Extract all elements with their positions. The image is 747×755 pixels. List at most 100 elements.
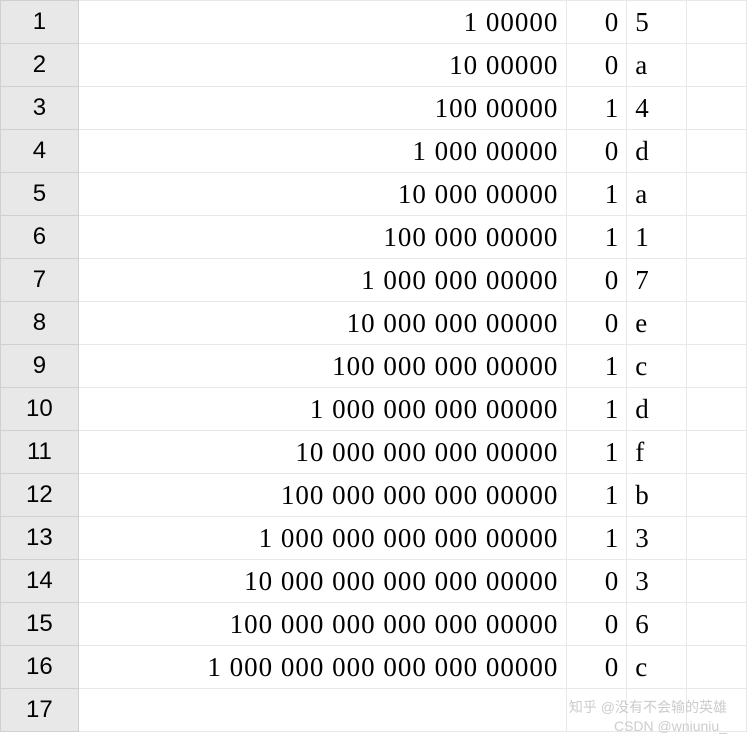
cell-value[interactable]: 10 000 000 000 000 00000 xyxy=(78,560,567,603)
cell-value[interactable]: 6 xyxy=(627,603,687,646)
cell-value[interactable]: 1 00000 xyxy=(78,1,567,44)
table-row: 131 000 000 000 000 0000013 xyxy=(1,517,747,560)
cell-empty[interactable] xyxy=(687,603,747,646)
cell-empty[interactable] xyxy=(687,388,747,431)
row-header[interactable]: 15 xyxy=(1,603,79,646)
row-header[interactable]: 1 xyxy=(1,1,79,44)
cell-value[interactable]: d xyxy=(627,388,687,431)
cell-value[interactable]: c xyxy=(627,345,687,388)
cell-empty[interactable] xyxy=(687,259,747,302)
cell-value[interactable]: 3 xyxy=(627,517,687,560)
cell-empty[interactable] xyxy=(687,216,747,259)
cell-value[interactable]: e xyxy=(627,302,687,345)
cell-value[interactable]: 1 000 000 000 000 00000 xyxy=(78,517,567,560)
cell-value[interactable] xyxy=(78,689,567,732)
cell-empty[interactable] xyxy=(687,44,747,87)
row-header[interactable]: 16 xyxy=(1,646,79,689)
cell-value[interactable]: b xyxy=(627,474,687,517)
cell-empty[interactable] xyxy=(687,87,747,130)
cell-value[interactable]: 0 xyxy=(567,44,627,87)
cell-value[interactable]: 1 xyxy=(627,216,687,259)
cell-empty[interactable] xyxy=(687,173,747,216)
cell-value[interactable]: 0 xyxy=(567,646,627,689)
cell-value[interactable]: 4 xyxy=(627,87,687,130)
cell-empty[interactable] xyxy=(687,560,747,603)
table-row: 810 000 000 000000e xyxy=(1,302,747,345)
cell-value[interactable]: 1 000 00000 xyxy=(78,130,567,173)
table-row: 210 000000a xyxy=(1,44,747,87)
cell-value[interactable]: 10 000 00000 xyxy=(78,173,567,216)
cell-value[interactable]: c xyxy=(627,646,687,689)
cell-value[interactable]: 3 xyxy=(627,560,687,603)
table-row: 510 000 000001a xyxy=(1,173,747,216)
cell-empty[interactable] xyxy=(687,646,747,689)
cell-empty[interactable] xyxy=(687,345,747,388)
cell-value[interactable]: 1 xyxy=(567,388,627,431)
watermark-line1: 知乎 @没有不会输的英雄 xyxy=(569,698,727,718)
row-header[interactable]: 8 xyxy=(1,302,79,345)
table-row: 9100 000 000 000001c xyxy=(1,345,747,388)
cell-value[interactable]: 1 000 000 000 00000 xyxy=(78,388,567,431)
cell-value[interactable]: 1 xyxy=(567,431,627,474)
cell-value[interactable]: d xyxy=(627,130,687,173)
cell-value[interactable]: 0 xyxy=(567,259,627,302)
cell-value[interactable]: 5 xyxy=(627,1,687,44)
cell-value[interactable]: 10 00000 xyxy=(78,44,567,87)
cell-value[interactable]: 7 xyxy=(627,259,687,302)
cell-empty[interactable] xyxy=(687,302,747,345)
cell-value[interactable]: 1 xyxy=(567,173,627,216)
cell-value[interactable]: 1 000 000 000 000 000 00000 xyxy=(78,646,567,689)
table-row: 71 000 000 0000007 xyxy=(1,259,747,302)
cell-value[interactable]: 1 xyxy=(567,87,627,130)
row-header[interactable]: 10 xyxy=(1,388,79,431)
table-row: 12100 000 000 000 000001b xyxy=(1,474,747,517)
watermark: 知乎 @没有不会输的英雄 CSDN @wniuniu_ xyxy=(569,698,727,737)
table-row: 1410 000 000 000 000 0000003 xyxy=(1,560,747,603)
table-row: 1110 000 000 000 000001f xyxy=(1,431,747,474)
cell-value[interactable]: 100 000 00000 xyxy=(78,216,567,259)
row-header[interactable]: 12 xyxy=(1,474,79,517)
cell-value[interactable]: 100 000 000 000 00000 xyxy=(78,474,567,517)
cell-value[interactable]: 0 xyxy=(567,1,627,44)
cell-value[interactable]: 0 xyxy=(567,130,627,173)
row-header[interactable]: 4 xyxy=(1,130,79,173)
cell-empty[interactable] xyxy=(687,517,747,560)
cell-value[interactable]: 0 xyxy=(567,560,627,603)
row-header[interactable]: 2 xyxy=(1,44,79,87)
cell-value[interactable]: 10 000 000 00000 xyxy=(78,302,567,345)
table-row: 3100 0000014 xyxy=(1,87,747,130)
row-header[interactable]: 7 xyxy=(1,259,79,302)
row-header[interactable]: 6 xyxy=(1,216,79,259)
cell-value[interactable]: 1 xyxy=(567,517,627,560)
table-row: 6100 000 0000011 xyxy=(1,216,747,259)
cell-value[interactable]: 1 000 000 00000 xyxy=(78,259,567,302)
table-row: 41 000 000000d xyxy=(1,130,747,173)
cell-value[interactable]: 1 xyxy=(567,216,627,259)
row-header[interactable]: 9 xyxy=(1,345,79,388)
cell-value[interactable]: 0 xyxy=(567,603,627,646)
row-header[interactable]: 13 xyxy=(1,517,79,560)
cell-value[interactable]: a xyxy=(627,44,687,87)
table-row: 15100 000 000 000 000 0000006 xyxy=(1,603,747,646)
row-header[interactable]: 14 xyxy=(1,560,79,603)
row-header[interactable]: 5 xyxy=(1,173,79,216)
cell-value[interactable]: 0 xyxy=(567,302,627,345)
cell-empty[interactable] xyxy=(687,1,747,44)
cell-value[interactable]: 100 000 000 000 000 00000 xyxy=(78,603,567,646)
cell-empty[interactable] xyxy=(687,474,747,517)
row-header[interactable]: 17 xyxy=(1,689,79,732)
cell-value[interactable]: 1 xyxy=(567,474,627,517)
row-header[interactable]: 3 xyxy=(1,87,79,130)
spreadsheet-grid[interactable]: 11 0000005210 000000a3100 000001441 000 … xyxy=(0,0,747,732)
cell-value[interactable]: 1 xyxy=(567,345,627,388)
cell-value[interactable]: 10 000 000 000 00000 xyxy=(78,431,567,474)
table-row: 101 000 000 000 000001d xyxy=(1,388,747,431)
cell-value[interactable]: 100 00000 xyxy=(78,87,567,130)
cell-value[interactable]: f xyxy=(627,431,687,474)
row-header[interactable]: 11 xyxy=(1,431,79,474)
cell-empty[interactable] xyxy=(687,431,747,474)
cell-value[interactable]: a xyxy=(627,173,687,216)
cell-empty[interactable] xyxy=(687,130,747,173)
cell-value[interactable]: 100 000 000 00000 xyxy=(78,345,567,388)
watermark-line2: CSDN @wniuniu_ xyxy=(569,717,727,737)
